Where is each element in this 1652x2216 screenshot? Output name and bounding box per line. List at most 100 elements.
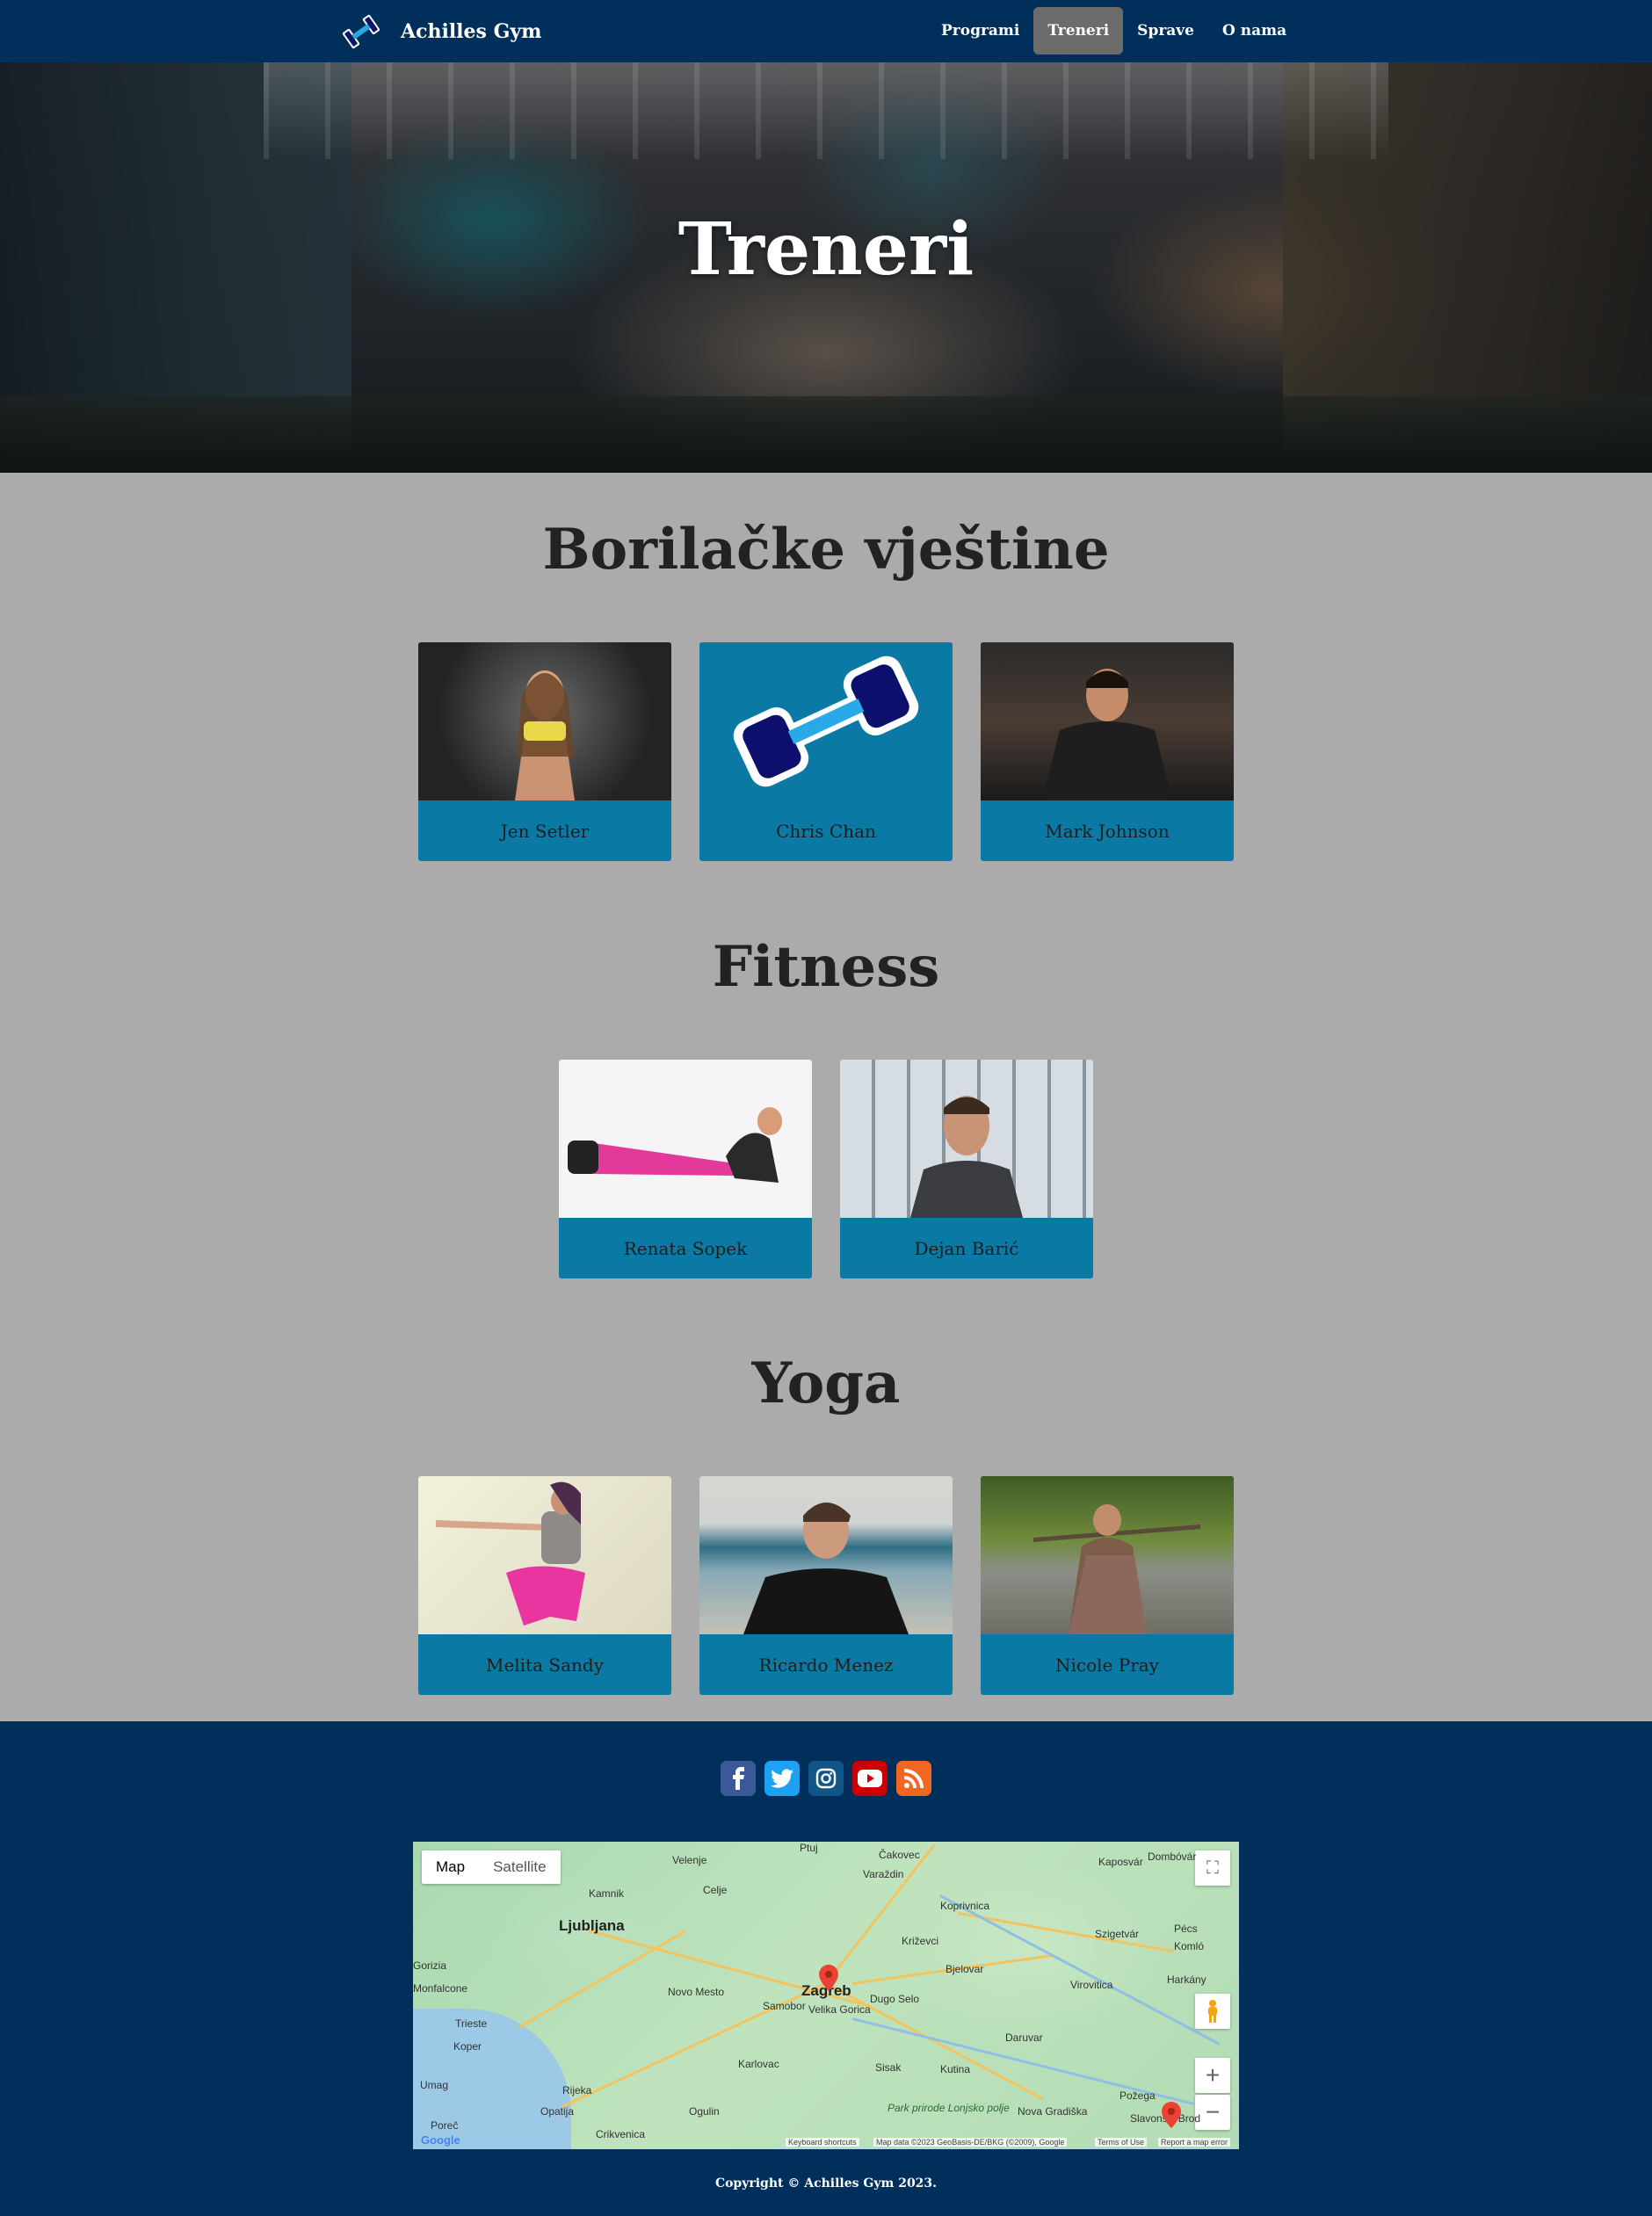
fullscreen-icon[interactable]: ⛶ bbox=[1195, 1850, 1230, 1886]
trainer-photo bbox=[699, 1476, 953, 1634]
trainer-name: Jen Setler bbox=[500, 820, 590, 842]
section-title-yoga: Yoga bbox=[751, 1351, 901, 1416]
hero-photo-ceiling bbox=[264, 62, 1388, 159]
map-road bbox=[518, 1930, 687, 2029]
page-title: Treneri bbox=[677, 207, 975, 292]
map-label: Opatija bbox=[540, 2105, 575, 2118]
map-terms-link[interactable]: Terms of Use bbox=[1095, 2138, 1148, 2147]
trainer-card[interactable]: Renata Sopek bbox=[559, 1060, 812, 1278]
map-tab-map[interactable]: Map bbox=[422, 1850, 479, 1884]
map-label: Križevci bbox=[902, 1935, 939, 1947]
brand[interactable]: Achilles Gym bbox=[339, 9, 541, 54]
brand-name: Achilles Gym bbox=[401, 20, 542, 43]
map-label: Dugo Selo bbox=[870, 1993, 920, 2005]
trainer-photo bbox=[981, 642, 1234, 800]
trainer-photo bbox=[559, 1060, 812, 1218]
trainer-photo-figure bbox=[515, 670, 575, 800]
trainer-name: Nicole Pray bbox=[1055, 1654, 1159, 1676]
rss-icon[interactable] bbox=[896, 1761, 931, 1796]
map-label: Nova Gradiška bbox=[1018, 2105, 1088, 2118]
map-label: Harkány bbox=[1167, 1973, 1206, 1986]
map-label: Požega bbox=[1119, 2089, 1156, 2102]
trainer-card[interactable]: Dejan Barić bbox=[840, 1060, 1093, 1278]
map-label: Velenje bbox=[672, 1854, 707, 1866]
nav-item-treneri[interactable]: Treneri bbox=[1033, 7, 1124, 54]
map-label: Park prirode Lonjsko polje bbox=[888, 2102, 1010, 2114]
map-label: Celje bbox=[703, 1884, 728, 1896]
map-label: Virovitica bbox=[1070, 1979, 1113, 1991]
map-label: Monfalcone bbox=[413, 1982, 468, 1995]
trainer-card[interactable]: Nicole Pray bbox=[981, 1476, 1234, 1695]
trainer-photo bbox=[840, 1060, 1093, 1218]
map-label: Komló bbox=[1174, 1940, 1205, 1952]
map-label: Sisak bbox=[875, 2061, 902, 2074]
nav-item-sprave[interactable]: Sprave bbox=[1123, 7, 1208, 54]
map-label: Čakovec bbox=[879, 1849, 920, 1861]
map-marker-icon[interactable] bbox=[819, 1965, 838, 1991]
map-label: Poreč bbox=[431, 2119, 459, 2132]
trainer-photo-figure bbox=[1042, 669, 1172, 800]
trainer-photo-placeholder bbox=[699, 642, 953, 800]
navbar: Achilles Gym Programi Treneri Sprave O n… bbox=[0, 0, 1652, 62]
trainer-card[interactable]: Mark Johnson bbox=[981, 642, 1234, 861]
map-tab-satellite[interactable]: Satellite bbox=[479, 1850, 560, 1884]
trainer-photo-figure bbox=[568, 1107, 782, 1183]
map-marker-icon[interactable] bbox=[1162, 2102, 1181, 2128]
map-label: Daruvar bbox=[1005, 2031, 1043, 2044]
map-label: Szigetvár bbox=[1095, 1928, 1140, 1940]
main-nav: Programi Treneri Sprave O nama bbox=[927, 7, 1301, 54]
map-label: Trieste bbox=[455, 2017, 488, 2030]
instagram-icon[interactable] bbox=[808, 1761, 844, 1796]
facebook-icon[interactable] bbox=[721, 1761, 756, 1796]
zoom-in-icon[interactable]: + bbox=[1195, 2058, 1230, 2093]
section-title-fitness: Fitness bbox=[712, 934, 940, 1000]
trainer-photo bbox=[981, 1476, 1234, 1634]
trainer-photo-figure bbox=[436, 1481, 585, 1626]
trainer-name: Melita Sandy bbox=[485, 1654, 605, 1676]
youtube-icon[interactable] bbox=[852, 1761, 888, 1796]
map-label: Velika Gorica bbox=[808, 2003, 871, 2016]
map-label: Karlovac bbox=[738, 2058, 779, 2070]
trainer-name: Dejan Barić bbox=[914, 1237, 1019, 1259]
location-map[interactable]: Map Satellite ⛶ + − Ljubljana Zagreb Kam… bbox=[413, 1842, 1239, 2149]
map-label: Kaposvár bbox=[1098, 1856, 1143, 1868]
trainer-photo bbox=[418, 642, 671, 800]
map-type-tabs: Map Satellite bbox=[422, 1850, 561, 1884]
map-label: Rijeka bbox=[562, 2084, 592, 2097]
dumbbell-placeholder-icon bbox=[733, 655, 919, 787]
map-label: Kutina bbox=[940, 2063, 971, 2075]
trainer-card[interactable]: Chris Chan bbox=[699, 642, 953, 861]
trainer-card[interactable]: Jen Setler bbox=[418, 642, 671, 861]
map-attribution: Google Keyboard shortcuts Map data ©2023… bbox=[413, 2133, 1239, 2149]
trainer-card[interactable]: Ricardo Menez bbox=[699, 1476, 953, 1695]
map-label: Samobor bbox=[763, 2000, 806, 2012]
hero-photo-floor bbox=[0, 396, 1652, 473]
trainer-name: Ricardo Menez bbox=[758, 1654, 894, 1676]
trainer-photo-figure bbox=[1033, 1504, 1200, 1634]
nav-item-programi[interactable]: Programi bbox=[927, 7, 1033, 54]
map-label: Gorizia bbox=[413, 1959, 447, 1972]
map-label: Ljubljana bbox=[559, 1917, 625, 1934]
map-report-link[interactable]: Report a map error bbox=[1158, 2138, 1231, 2147]
trainer-photo-figure bbox=[743, 1503, 909, 1634]
footer: Map Satellite ⛶ + − Ljubljana Zagreb Kam… bbox=[0, 1721, 1652, 2216]
map-label: Koprivnica bbox=[940, 1900, 990, 1912]
map-label: Pécs bbox=[1174, 1923, 1198, 1935]
nav-item-o-nama[interactable]: O nama bbox=[1208, 7, 1301, 54]
map-label: Bjelovar bbox=[946, 1963, 984, 1975]
trainer-card[interactable]: Melita Sandy bbox=[418, 1476, 671, 1695]
trainer-name: Renata Sopek bbox=[623, 1237, 748, 1259]
dumbbell-logo-icon bbox=[342, 14, 380, 49]
map-keyboard-shortcuts[interactable]: Keyboard shortcuts bbox=[786, 2138, 859, 2147]
twitter-icon[interactable] bbox=[764, 1761, 800, 1796]
map-label: Kamnik bbox=[589, 1887, 625, 1900]
trainer-name: Mark Johnson bbox=[1045, 820, 1170, 842]
trainer-photo-figure bbox=[910, 1096, 1023, 1218]
map-label: Ptuj bbox=[800, 1842, 818, 1854]
map-road bbox=[824, 1843, 936, 1985]
map-label: Varaždin bbox=[863, 1868, 904, 1880]
trainer-photo bbox=[418, 1476, 671, 1634]
map-label: Dombóvár bbox=[1148, 1850, 1197, 1863]
street-view-pegman-icon[interactable] bbox=[1195, 1994, 1230, 2029]
google-logo: Google bbox=[421, 2133, 460, 2147]
